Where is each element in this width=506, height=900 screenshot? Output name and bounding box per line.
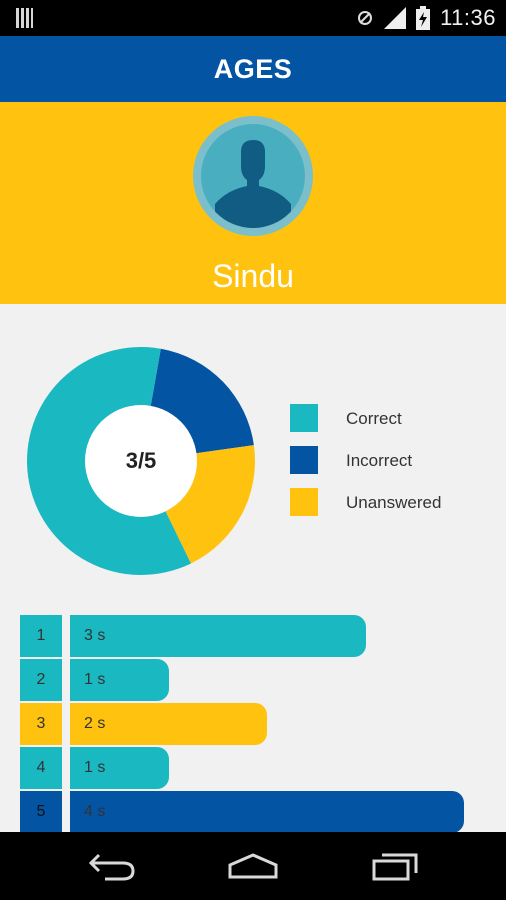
time-bar: 1 s <box>70 659 169 701</box>
question-row[interactable]: 3 2 s <box>20 703 506 745</box>
avatar <box>193 116 313 236</box>
app-bar: AGES <box>0 36 506 102</box>
status-icons: 11:36 <box>356 0 496 36</box>
system-nav-bar <box>0 832 506 900</box>
status-bar: 11:36 <box>0 0 506 36</box>
legend-swatch-incorrect <box>290 446 318 474</box>
signal-icon <box>384 7 407 29</box>
question-row[interactable]: 1 3 s <box>20 615 506 657</box>
sync-icon <box>358 11 373 25</box>
home-icon <box>228 853 278 879</box>
time-label: 4 s <box>84 803 106 820</box>
notification-grid-icon <box>16 8 34 28</box>
question-number: 4 <box>20 747 62 789</box>
question-number: 1 <box>20 615 62 657</box>
time-bar: 3 s <box>70 615 366 657</box>
time-label: 3 s <box>84 627 106 644</box>
question-number: 3 <box>20 703 62 745</box>
player-name: Sindu <box>212 258 294 294</box>
score-donut-chart: 3/5 <box>26 346 256 576</box>
time-label: 1 s <box>84 759 106 776</box>
page-title: AGES <box>213 53 293 84</box>
profile-header: Sindu <box>0 102 506 304</box>
user-silhouette-icon <box>201 124 305 228</box>
legend-swatch-correct <box>290 404 318 432</box>
question-number: 5 <box>20 791 62 833</box>
back-icon <box>88 853 135 881</box>
time-bar: 4 s <box>70 791 464 833</box>
legend-label-unanswered: Unanswered <box>346 493 442 512</box>
time-label: 2 s <box>84 715 106 732</box>
question-row[interactable]: 5 4 s <box>20 791 506 833</box>
clock: 11:36 <box>440 5 496 30</box>
home-button[interactable] <box>218 844 288 888</box>
question-number: 2 <box>20 659 62 701</box>
legend-label-incorrect: Incorrect <box>346 451 413 470</box>
recent-apps-button[interactable] <box>360 844 430 888</box>
legend-swatch-unanswered <box>290 488 318 516</box>
legend-label-correct: Correct <box>346 409 402 428</box>
question-time-list: 1 3 s 2 1 s 3 2 s 4 1 s 5 4 s <box>20 615 506 835</box>
time-bar: 1 s <box>70 747 169 789</box>
score-label: 3/5 <box>85 405 197 517</box>
question-row[interactable]: 4 1 s <box>20 747 506 789</box>
back-button[interactable] <box>77 844 147 888</box>
recent-apps-icon <box>372 853 418 881</box>
question-row[interactable]: 2 1 s <box>20 659 506 701</box>
battery-charging-icon <box>416 6 431 30</box>
time-bar: 2 s <box>70 703 267 745</box>
time-label: 1 s <box>84 671 106 688</box>
